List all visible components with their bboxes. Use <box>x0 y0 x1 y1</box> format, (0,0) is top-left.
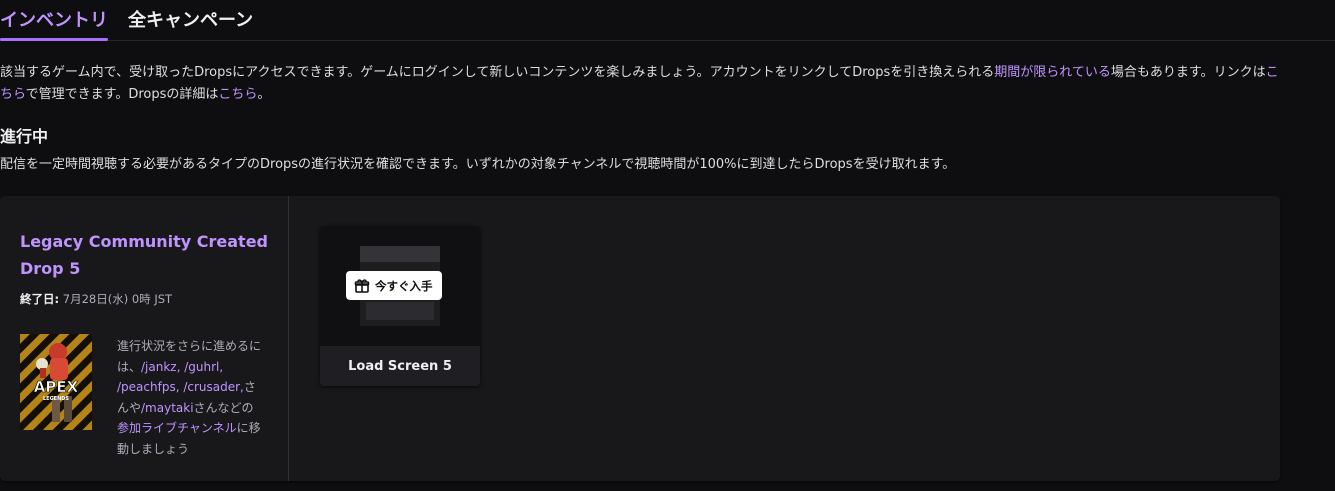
campaign-end-date: 終了日: 7月28日(水) 0時 JST <box>20 291 172 307</box>
participating-channels-link[interactable]: 参加ライブチャンネル <box>117 421 237 435</box>
apex-legends-art: APEX LEGENDS <box>20 334 92 430</box>
end-date-label: 終了日: <box>20 292 60 306</box>
campaign-card: Legacy Community Created Drop 5 終了日: 7月2… <box>0 196 1280 481</box>
note-middle-2: さんなどの <box>193 400 254 415</box>
tab-bar: インベントリ 全キャンペーン <box>0 0 1335 41</box>
limited-period-link[interactable]: 期間が限られている <box>994 65 1111 80</box>
progress-note: 進行状況をさらに進めるには、/jankz, /guhrl, /peachfps,… <box>117 336 262 459</box>
game-logo-subtext: LEGENDS <box>43 396 69 402</box>
claim-now-button[interactable]: 今すぐ入手 <box>346 271 442 300</box>
channel-link-maytaki[interactable]: /maytaki <box>141 401 194 415</box>
campaign-title-link[interactable]: Legacy Community Created Drop 5 <box>20 228 280 282</box>
intro-text-4: 。 <box>257 87 271 102</box>
inventory-intro: 該当するゲーム内で、受け取ったDropsにアクセスできます。ゲームにログインして… <box>0 62 1290 106</box>
active-tab-indicator <box>0 38 108 41</box>
end-date-value: 7月28日(水) 0時 JST <box>62 292 173 306</box>
game-logo-text: APEX <box>34 378 79 396</box>
intro-text-2: 場合もあります。リンクは <box>1110 65 1266 80</box>
gift-icon <box>354 278 370 293</box>
in-progress-description: 配信を一定時間視聴する必要があるタイプのDropsの進行状況を確認できます。いず… <box>0 157 956 172</box>
tab-all-campaigns[interactable]: 全キャンペーン <box>128 6 253 32</box>
in-progress-heading: 進行中 <box>0 127 49 146</box>
intro-text-1: 該当するゲーム内で、受け取ったDropsにアクセスできます。ゲームにログインして… <box>0 65 995 80</box>
intro-text-3: で管理できます。Dropsの詳細は <box>25 87 219 102</box>
game-box-art[interactable]: APEX LEGENDS <box>20 334 92 430</box>
drop-reward-name: Load Screen 5 <box>348 358 452 374</box>
drops-details-link[interactable]: こちら <box>218 87 257 102</box>
campaign-info: Legacy Community Created Drop 5 終了日: 7月2… <box>0 196 289 481</box>
tab-inventory[interactable]: インベントリ <box>0 6 108 32</box>
drop-reward-tile: 今すぐ入手 Load Screen 5 <box>320 226 480 386</box>
claim-now-label: 今すぐ入手 <box>375 278 433 293</box>
